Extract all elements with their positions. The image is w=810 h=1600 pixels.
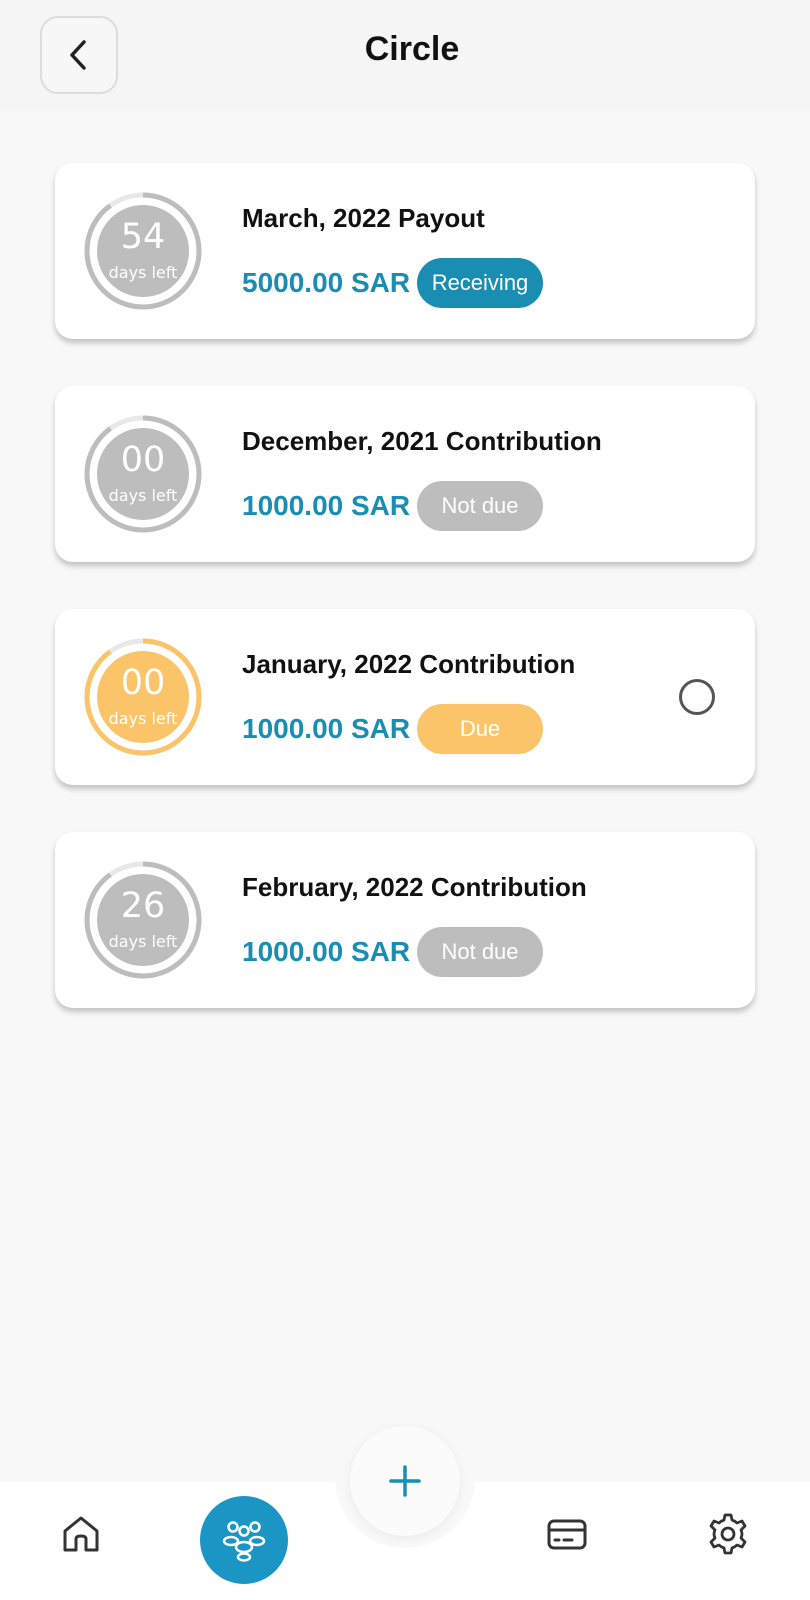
circle-item-card[interactable]: 26 days left February, 2022 Contribution… <box>55 832 755 1008</box>
group-icon <box>222 1521 266 1562</box>
select-radio[interactable] <box>679 679 715 715</box>
header: Circle <box>0 0 810 110</box>
item-amount: 1000.00 SAR <box>242 936 411 967</box>
plus-icon <box>389 1465 421 1497</box>
item-amount: 1000.00 SAR <box>242 490 411 521</box>
nav-cards[interactable] <box>537 1504 597 1564</box>
item-title: December, 2021 Contribution <box>242 426 602 456</box>
days-left-label: days left <box>108 709 178 728</box>
page-title: Circle <box>364 30 460 68</box>
circle-item-card[interactable]: 00 days left January, 2022 Contribution … <box>55 609 755 785</box>
add-button[interactable] <box>350 1426 460 1536</box>
card-icon <box>547 1519 587 1550</box>
days-left-ring: 00 days left <box>83 637 203 757</box>
circle-item-card[interactable]: 00 days left December, 2021 Contribution… <box>55 386 755 562</box>
home-icon <box>63 1516 99 1552</box>
days-left-label: days left <box>108 263 178 282</box>
status-badge: Not due <box>417 481 543 531</box>
days-left-number: 00 <box>120 440 166 480</box>
nav-settings[interactable] <box>698 1504 758 1564</box>
item-title: February, 2022 Contribution <box>242 872 587 902</box>
days-left-ring: 26 days left <box>83 860 203 980</box>
status-badge: Not due <box>417 927 543 977</box>
nav-home[interactable] <box>51 1504 111 1564</box>
gear-icon <box>709 1513 747 1555</box>
days-left-label: days left <box>108 932 178 951</box>
days-left-ring: 00 days left <box>83 414 203 534</box>
days-left-number: 26 <box>120 886 166 926</box>
status-badge: Due <box>417 704 543 754</box>
days-left-number: 00 <box>120 663 166 703</box>
item-title: March, 2022 Payout <box>242 203 485 233</box>
days-left-label: days left <box>108 486 178 505</box>
days-left-ring: 54 days left <box>83 191 203 311</box>
circle-item-card[interactable]: 54 days left March, 2022 Payout 5000.00 … <box>55 163 755 339</box>
days-left-number: 54 <box>120 217 166 257</box>
status-badge: Receiving <box>417 258 543 308</box>
nav-circles[interactable] <box>200 1496 288 1584</box>
item-title: January, 2022 Contribution <box>242 649 576 679</box>
item-amount: 1000.00 SAR <box>242 713 411 744</box>
item-amount: 5000.00 SAR <box>242 267 411 298</box>
